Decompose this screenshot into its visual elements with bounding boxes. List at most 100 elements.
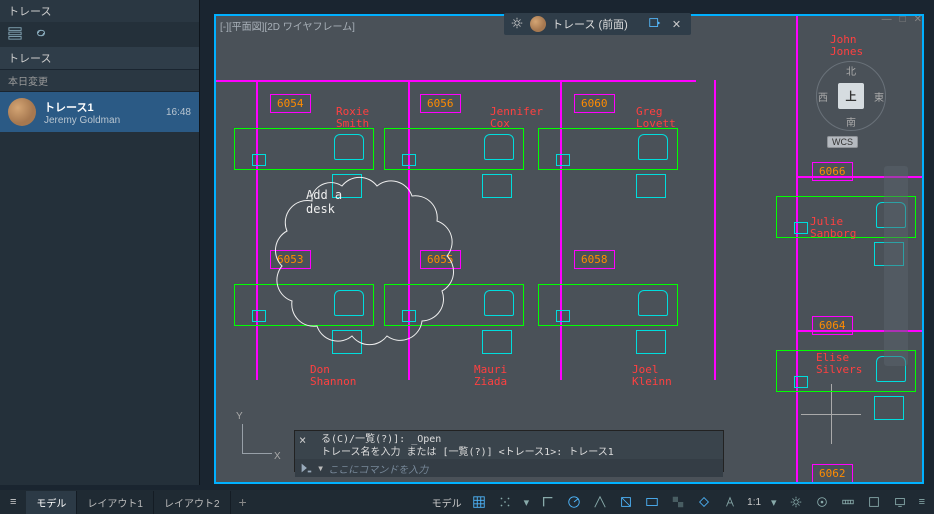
desk-number-label: 6054 xyxy=(270,94,311,113)
wcs-badge[interactable]: WCS xyxy=(827,136,858,148)
gear-icon[interactable] xyxy=(784,492,808,512)
section-header: 本日変更 xyxy=(0,69,199,92)
desk-number-label: 6056 xyxy=(420,94,461,113)
chair-symbol xyxy=(334,290,364,316)
panel-title: トレース xyxy=(0,0,199,22)
equipment-symbol xyxy=(252,310,266,322)
isolate-icon[interactable] xyxy=(862,492,886,512)
equipment-symbol xyxy=(402,154,416,166)
equipment-symbol xyxy=(556,310,570,322)
avatar xyxy=(8,98,36,126)
polar-icon[interactable] xyxy=(562,492,586,512)
wall xyxy=(714,80,716,380)
close-icon[interactable]: × xyxy=(299,433,306,447)
viewcube-south[interactable]: 南 xyxy=(846,114,856,129)
monitor-symbol xyxy=(482,174,512,198)
desk-number-label: 6062 xyxy=(812,464,853,483)
tab-layout1[interactable]: レイアウト1 xyxy=(77,491,154,514)
avatar-icon xyxy=(530,16,546,32)
transparency-icon[interactable] xyxy=(666,492,690,512)
viewport-label[interactable]: [-][平面図][2D ワイヤフレーム] xyxy=(220,18,355,33)
wall xyxy=(560,80,562,380)
navigation-bar[interactable] xyxy=(884,166,908,366)
selection-cycling-icon[interactable] xyxy=(692,492,716,512)
panel-toolbar xyxy=(0,22,199,47)
chair-symbol xyxy=(334,134,364,160)
viewcube-top[interactable]: 上 xyxy=(838,83,864,109)
drawing-viewport[interactable]: [-][平面図][2D ワイヤフレーム] 6054605660606053605… xyxy=(214,14,924,484)
trace-toolbar[interactable]: トレース (前面) ✕ xyxy=(504,13,691,35)
monitor-symbol xyxy=(482,330,512,354)
window-controls: — □ ✕ xyxy=(882,14,922,25)
command-input[interactable]: ここにコマンドを入力 xyxy=(328,461,428,476)
wall xyxy=(256,80,258,380)
osnap-icon[interactable] xyxy=(614,492,638,512)
isodraft-icon[interactable] xyxy=(588,492,612,512)
workspace-icon[interactable] xyxy=(810,492,834,512)
wall xyxy=(796,16,798,484)
customize-icon[interactable]: ≡ xyxy=(914,493,930,511)
minimize-icon[interactable]: — xyxy=(882,14,892,25)
units-icon[interactable] xyxy=(836,492,860,512)
tab-layout2[interactable]: レイアウト2 xyxy=(154,491,231,514)
viewcube-west[interactable]: 西 xyxy=(818,89,828,104)
breadcrumb[interactable]: トレース xyxy=(0,47,199,69)
status-bar: モデル ▾ 1:1 ▾ ≡ xyxy=(429,490,930,514)
occupant-name-label: DonShannon xyxy=(310,364,356,388)
viewcube-north[interactable]: 北 xyxy=(846,63,856,78)
close-icon[interactable]: ✕ xyxy=(914,14,922,25)
occupant-name-label: RoxieSmith xyxy=(336,106,369,130)
desk-number-label: 6064 xyxy=(812,316,853,335)
equipment-symbol xyxy=(252,154,266,166)
equipment-symbol xyxy=(402,310,416,322)
desk-number-label: 6066 xyxy=(812,162,853,181)
annotation-text: desk xyxy=(306,202,335,216)
tab-model[interactable]: モデル xyxy=(26,491,77,514)
traces-list-icon[interactable] xyxy=(8,26,22,43)
ortho-icon[interactable] xyxy=(536,492,560,512)
crosshair xyxy=(831,384,832,444)
link-icon[interactable] xyxy=(34,26,48,43)
desk-number-label: 6053 xyxy=(270,250,311,269)
trace-item-name: トレース1 xyxy=(44,99,158,115)
desk-number-label: 6055 xyxy=(420,250,461,269)
dropdown-icon[interactable]: ▾ xyxy=(766,493,782,512)
contribute-icon[interactable] xyxy=(648,16,662,33)
monitor-symbol xyxy=(636,330,666,354)
command-prompt-icon xyxy=(299,461,313,475)
restore-icon[interactable]: □ xyxy=(900,14,906,25)
monitor-symbol xyxy=(874,396,904,420)
occupant-name-label: JoelKleinn xyxy=(632,364,672,388)
viewcube[interactable]: 上 北 南 東 西 xyxy=(816,61,886,131)
grid-icon[interactable] xyxy=(467,492,491,512)
gear-icon[interactable] xyxy=(510,16,524,33)
trace-toolbar-title: トレース (前面) xyxy=(552,16,628,32)
wall xyxy=(216,80,696,82)
close-icon[interactable]: ✕ xyxy=(668,18,685,31)
chair-symbol xyxy=(638,134,668,160)
viewcube-east[interactable]: 東 xyxy=(874,89,884,104)
status-space[interactable]: モデル xyxy=(429,495,465,510)
annotation-icon[interactable] xyxy=(718,492,742,512)
snap-icon[interactable] xyxy=(493,492,517,512)
occupant-name-label: JenniferCox xyxy=(490,106,543,130)
occupant-name-label: EliseSilvers xyxy=(816,352,862,376)
annotation-scale[interactable]: 1:1 xyxy=(744,497,764,508)
wall xyxy=(408,80,410,380)
add-layout-button[interactable]: + xyxy=(231,494,255,510)
equipment-symbol xyxy=(556,154,570,166)
hardware-accel-icon[interactable] xyxy=(888,492,912,512)
lineweight-icon[interactable] xyxy=(640,492,664,512)
command-line[interactable]: × る(C)/一覧(?)]: _Open トレース名を入力 または [一覧(?)… xyxy=(294,430,724,472)
monitor-symbol xyxy=(332,330,362,354)
trace-item[interactable]: トレース1 Jeremy Goldman 16:48 xyxy=(0,92,199,132)
traces-panel: トレース トレース 本日変更 トレース1 Jeremy Goldman 16:4… xyxy=(0,0,200,485)
occupant-name-label: MauriZiada xyxy=(474,364,507,388)
chair-symbol xyxy=(638,290,668,316)
monitor-symbol xyxy=(636,174,666,198)
annotation-text: Add a xyxy=(306,188,342,202)
chair-symbol xyxy=(484,134,514,160)
menu-icon[interactable]: ≡ xyxy=(0,496,26,508)
dropdown-icon[interactable]: ▾ xyxy=(519,493,535,512)
trace-item-time: 16:48 xyxy=(166,107,191,118)
